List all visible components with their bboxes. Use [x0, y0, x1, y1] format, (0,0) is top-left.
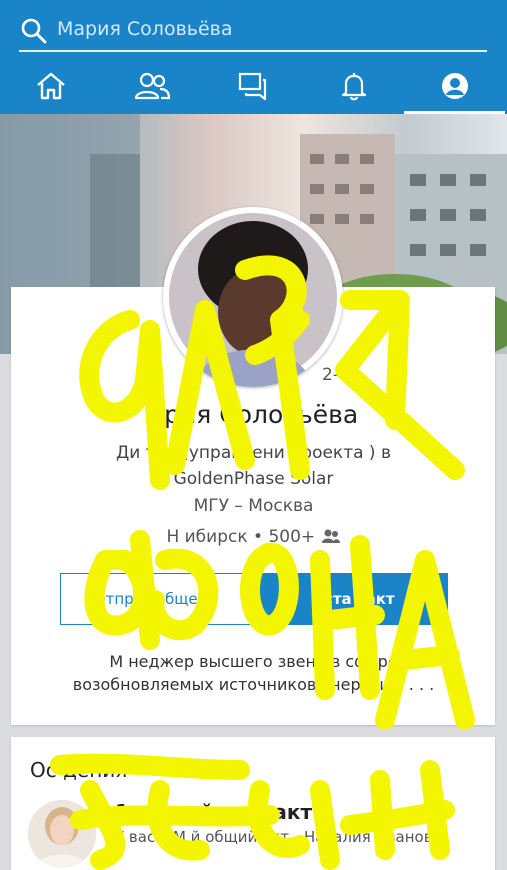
highlights-title: Ос дения — [30, 758, 128, 782]
profile-name: ария Соловьёва — [148, 400, 359, 429]
nav-network[interactable] — [101, 58, 202, 114]
profile-photo[interactable] — [163, 207, 343, 387]
contact-avatar[interactable] — [28, 800, 96, 868]
profile-photo-image — [169, 213, 337, 387]
mutual-contact-description: У вас с М й общий акт - Наталия Иванова — [115, 828, 442, 846]
contact-avatar-image — [28, 800, 96, 868]
nav-messages[interactable] — [202, 58, 303, 114]
profile-icon — [441, 73, 468, 99]
connect-button[interactable]: Уста такт — [259, 573, 448, 625]
bottom-navigation — [0, 58, 507, 114]
home-icon — [36, 72, 65, 100]
send-message-button[interactable]: Отпр сообщени — [60, 573, 251, 625]
nav-profile[interactable] — [404, 58, 505, 114]
search-input[interactable]: Мария Соловьёва — [57, 18, 233, 40]
profile-education: МГУ – Москва — [193, 496, 314, 516]
top-bar: Мария Соловьёва — [0, 0, 507, 114]
connections-icon — [321, 529, 340, 543]
connection-degree: 2- — [322, 365, 339, 385]
chat-icon — [238, 72, 266, 101]
mutual-contact-title[interactable]: 1 общий контакт — [115, 800, 312, 824]
nav-home[interactable] — [0, 58, 101, 114]
profile-headline: Ди тор (управлени проекта ) в GoldenPhas… — [116, 443, 391, 489]
profile-location: Н ибирск • 500+ — [120, 527, 387, 547]
search-icon — [21, 18, 47, 44]
bell-icon — [341, 73, 366, 101]
people-icon — [134, 72, 170, 100]
profile-summary[interactable]: М неджер высшего звена в сфере возобновл… — [60, 650, 447, 696]
location-text: Н ибирск • 500+ — [166, 527, 316, 547]
nav-notifications[interactable] — [303, 58, 404, 114]
search-bar[interactable]: Мария Соловьёва — [19, 12, 487, 52]
